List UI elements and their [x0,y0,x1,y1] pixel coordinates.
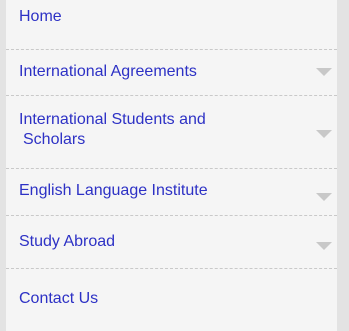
chevron-down-icon[interactable] [316,193,332,201]
nav-item-label-line2: Scholars [23,131,86,148]
chevron-down-icon[interactable] [316,242,332,250]
nav-item-label[interactable]: International Students and Scholars [19,110,206,150]
nav-item-label[interactable]: Home [19,7,62,27]
nav-item-label[interactable]: Study Abroad [19,232,115,252]
nav-item-label[interactable]: International Agreements [19,62,197,82]
nav-item-international-agreements[interactable]: International Agreements [6,50,337,96]
nav-item-home[interactable]: Home [6,0,337,50]
chevron-down-icon[interactable] [316,130,332,138]
side-navigation: Home International Agreements Internatio… [0,0,349,331]
nav-item-label[interactable]: Contact Us [19,289,98,309]
nav-item-contact-us[interactable]: Contact Us [6,269,337,331]
nav-item-international-students-and-scholars[interactable]: International Students and Scholars [6,96,337,169]
nav-item-label[interactable]: English Language Institute [19,181,208,201]
chevron-down-icon[interactable] [316,68,332,76]
nav-item-study-abroad[interactable]: Study Abroad [6,216,337,269]
nav-item-label-line1: International Students and [19,111,206,128]
nav-item-english-language-institute[interactable]: English Language Institute [6,169,337,216]
